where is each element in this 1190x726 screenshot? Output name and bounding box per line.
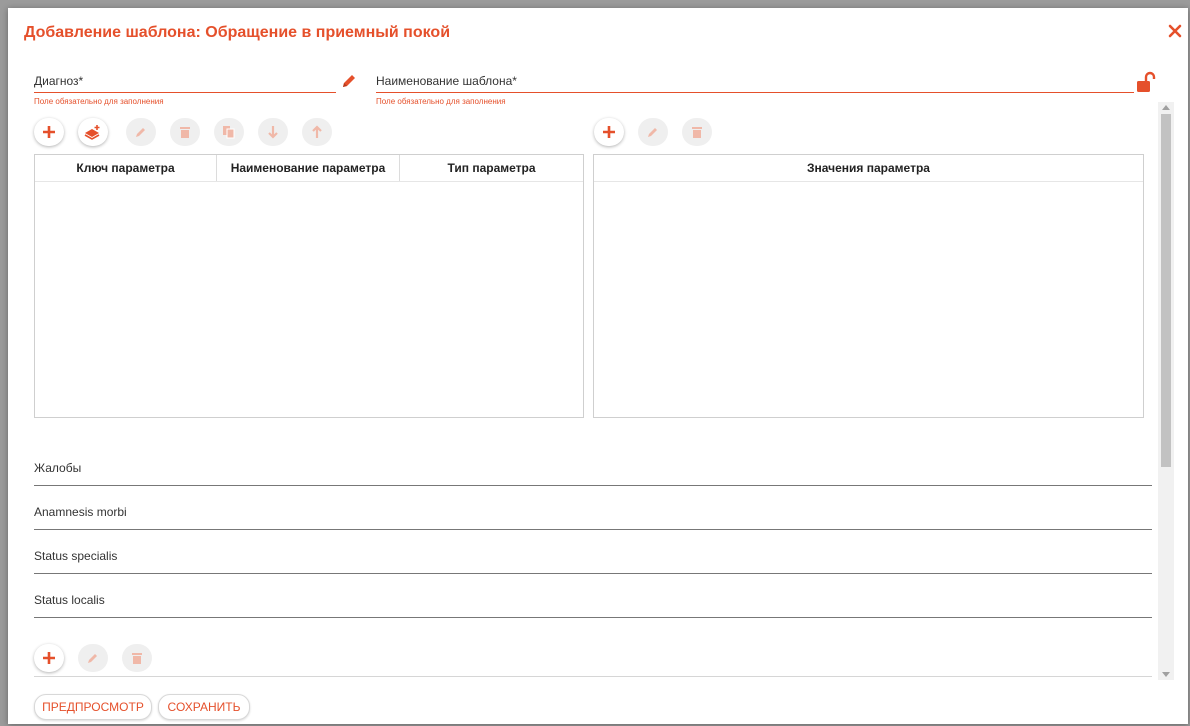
anamnesis-morbi-field[interactable]: Anamnesis morbi [34, 502, 1152, 530]
dialog-title: Добавление шаблона: Обращение в приемный… [24, 24, 451, 41]
parameters-table-header: Ключ параметра Наименование параметра Ти… [35, 155, 583, 182]
status-localis-label: Status localis [34, 593, 105, 607]
pencil-icon [88, 654, 97, 663]
diagnosis-field[interactable] [34, 92, 336, 93]
pencil-icon[interactable] [340, 72, 358, 90]
field-underline [34, 573, 1152, 574]
plus-icon [603, 126, 615, 138]
scroll-up-icon[interactable] [1162, 105, 1170, 110]
delete-field-button[interactable] [122, 644, 152, 672]
plus-icon [43, 652, 55, 664]
template-name-label: Наименование шаблона* [376, 74, 517, 88]
column-header-type[interactable]: Тип параметра [400, 155, 583, 181]
scroll-down-icon[interactable] [1162, 672, 1170, 677]
column-header-key[interactable]: Ключ параметра [35, 155, 217, 181]
delete-value-button[interactable] [682, 118, 712, 146]
delete-parameter-button[interactable] [170, 118, 200, 146]
add-value-button[interactable] [594, 118, 624, 146]
add-field-button[interactable] [34, 644, 64, 672]
status-localis-field[interactable]: Status localis [34, 590, 1152, 618]
add-parameter-button[interactable] [34, 118, 64, 146]
arrow-down-icon [268, 126, 278, 139]
copy-parameter-button[interactable] [214, 118, 244, 146]
status-specialis-field[interactable]: Status specialis [34, 546, 1152, 574]
plus-icon [43, 126, 55, 138]
move-up-button[interactable] [302, 118, 332, 146]
unlock-icon[interactable] [1136, 71, 1156, 93]
trash-icon [692, 127, 702, 138]
scroll-thumb[interactable] [1161, 114, 1171, 467]
field-underline [34, 529, 1152, 530]
add-layers-button[interactable] [78, 118, 108, 146]
layers-plus-icon [84, 125, 100, 140]
close-icon[interactable] [1166, 22, 1184, 40]
copy-icon [223, 126, 235, 139]
column-header-name[interactable]: Наименование параметра [217, 155, 400, 181]
add-template-dialog: Добавление шаблона: Обращение в приемный… [8, 8, 1188, 724]
anamnesis-morbi-label: Anamnesis morbi [34, 505, 127, 519]
column-header-values[interactable]: Значения параметра [594, 155, 1143, 181]
template-name-field[interactable] [376, 92, 1134, 93]
move-down-button[interactable] [258, 118, 288, 146]
values-table-header: Значения параметра [594, 155, 1143, 182]
arrow-up-icon [312, 125, 322, 138]
preview-button[interactable]: ПРЕДПРОСМОТР [34, 694, 152, 720]
parameters-table[interactable]: Ключ параметра Наименование параметра Ти… [34, 154, 584, 418]
complaints-field[interactable]: Жалобы [34, 458, 1152, 486]
edit-field-button[interactable] [78, 644, 108, 672]
status-specialis-label: Status specialis [34, 549, 118, 563]
edit-parameter-button[interactable] [126, 118, 156, 146]
complaints-label: Жалобы [34, 461, 82, 475]
field-underline [34, 617, 1152, 618]
diagnosis-error: Поле обязательно для заполнения [34, 97, 164, 106]
diagnosis-label: Диагноз* [34, 74, 84, 88]
trash-icon [180, 127, 190, 138]
trash-icon [132, 653, 142, 664]
template-name-error: Поле обязательно для заполнения [376, 97, 506, 106]
pencil-icon [136, 128, 145, 137]
pencil-icon [648, 128, 657, 137]
values-table[interactable]: Значения параметра [593, 154, 1144, 418]
scrollbar[interactable] [1158, 102, 1174, 680]
edit-value-button[interactable] [638, 118, 668, 146]
divider [34, 676, 1152, 677]
save-button[interactable]: СОХРАНИТЬ [158, 694, 250, 720]
field-underline [34, 485, 1152, 486]
